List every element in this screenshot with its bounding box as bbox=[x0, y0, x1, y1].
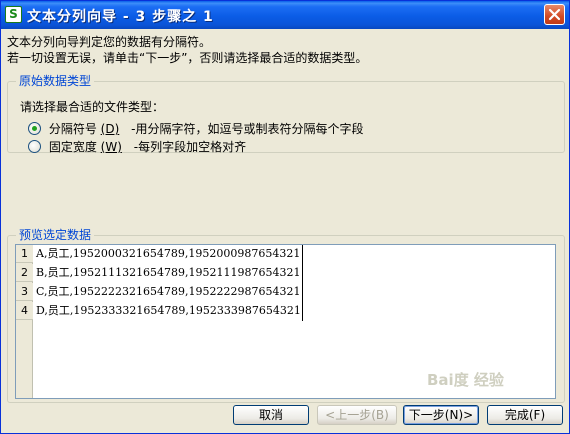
data-type-group-title: 原始数据类型 bbox=[16, 74, 95, 88]
intro-line-1: 文本分列向导判定您的数据有分隔符。 bbox=[7, 35, 212, 49]
file-type-prompt: 请选择最合适的文件类型： bbox=[20, 100, 165, 114]
previous-step-button[interactable]: <上一步(B) bbox=[317, 405, 397, 425]
watermark: Bai度 经验 bbox=[427, 371, 504, 389]
intro-line-2: 若一切设置无误，请单击“下一步”，否则请选择最合适的数据类型。 bbox=[7, 51, 368, 65]
row-text: D,员工,1952333321654789,1952333987654321 bbox=[36, 304, 301, 317]
row-number: 1 bbox=[16, 245, 33, 263]
column-break-line[interactable] bbox=[302, 245, 303, 321]
row-number: 2 bbox=[16, 264, 33, 282]
data-type-group: 原始数据类型 请选择最合适的文件类型： 分隔符号 (D) -用分隔字符，如逗号或… bbox=[7, 74, 565, 154]
title-bar[interactable]: S 文本分列向导 - 3 步骤之 1 bbox=[1, 1, 569, 29]
next-step-button[interactable]: 下一步(N)> bbox=[403, 405, 479, 425]
radio-button-unchecked[interactable] bbox=[28, 140, 41, 153]
text-split-wizard-dialog: S 文本分列向导 - 3 步骤之 1 文本分列向导判定您的数据有分隔符。 若一切… bbox=[0, 0, 570, 434]
close-button[interactable] bbox=[544, 4, 565, 25]
radio-fixed-width-description: -每列字段加空格对齐 bbox=[133, 140, 247, 154]
row-text: A,员工,1952000321654789,1952000987654321 bbox=[36, 247, 301, 260]
radio-fixed-width[interactable]: 固定宽度 (W) -每列字段加空格对齐 bbox=[28, 138, 246, 154]
preview-group-title: 预览选定数据 bbox=[16, 228, 95, 242]
row-number: 4 bbox=[16, 302, 33, 320]
row-text: C,员工,1952222321654789,1952222987654321 bbox=[36, 285, 301, 298]
preview-row: 2 B,员工,1952111321654789,1952111987654321 bbox=[16, 264, 556, 283]
intro-text: 文本分列向导判定您的数据有分隔符。 若一切设置无误，请单击“下一步”，否则请选择… bbox=[7, 34, 367, 66]
close-icon bbox=[548, 8, 561, 21]
preview-row: 3 C,员工,1952222321654789,1952222987654321 bbox=[16, 283, 556, 302]
radio-delimited-label[interactable]: 分隔符号 (D) bbox=[49, 122, 119, 136]
radio-delimited[interactable]: 分隔符号 (D) -用分隔字符，如逗号或制表符分隔每个字段 bbox=[28, 120, 363, 136]
app-icon: S bbox=[5, 6, 22, 23]
row-text: B,员工,1952111321654789,1952111987654321 bbox=[36, 266, 301, 279]
cancel-button[interactable]: 取消 bbox=[233, 405, 309, 425]
finish-button[interactable]: 完成(F) bbox=[487, 405, 563, 425]
preview-row: 4 D,员工,1952333321654789,1952333987654321 bbox=[16, 302, 556, 321]
radio-fixed-width-label[interactable]: 固定宽度 (W) bbox=[49, 140, 122, 154]
window-title: 文本分列向导 - 3 步骤之 1 bbox=[27, 9, 214, 25]
row-number: 3 bbox=[16, 283, 33, 301]
radio-delimited-description: -用分隔字符，如逗号或制表符分隔每个字段 bbox=[131, 122, 364, 136]
radio-button-checked[interactable] bbox=[28, 122, 41, 135]
preview-row: 1 A,员工,1952000321654789,1952000987654321 bbox=[16, 245, 556, 264]
